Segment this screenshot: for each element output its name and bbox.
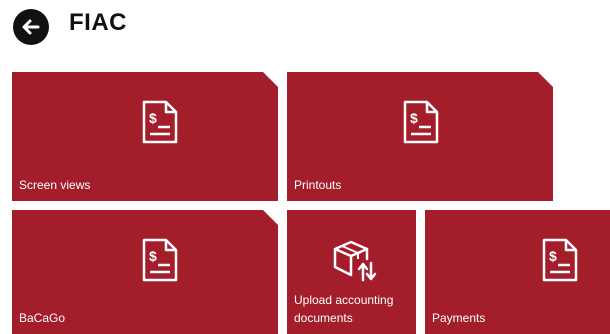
invoice-dollar-icon: $ [403, 100, 439, 144]
tile-label: Payments [432, 311, 486, 325]
tile-label: BaCaGo [19, 311, 66, 325]
invoice-dollar-icon: $ [542, 238, 578, 282]
svg-text:$: $ [549, 248, 557, 264]
invoice-dollar-icon: $ [142, 100, 178, 144]
tile-label: Printouts [294, 178, 342, 192]
page-title: FIAC [69, 9, 127, 36]
tile-corner-marker [538, 72, 553, 87]
svg-text:$: $ [149, 248, 157, 264]
tile-corner-marker [263, 210, 278, 225]
tile-label: Upload accounting documents [294, 293, 394, 325]
tile-bacago[interactable]: $ BaCaGo [12, 210, 278, 334]
tile-upload-accounting-documents[interactable]: Upload accounting documents [287, 210, 416, 334]
box-upload-icon [333, 240, 377, 282]
svg-text:$: $ [410, 110, 418, 126]
tile-screen-views[interactable]: $ Screen views [12, 72, 278, 201]
tile-label: Screen views [19, 178, 91, 192]
tile-corner-marker [263, 72, 278, 87]
tile-printouts[interactable]: $ Printouts [287, 72, 553, 201]
svg-text:$: $ [149, 110, 157, 126]
tile-payments[interactable]: $ Payments [425, 210, 610, 334]
invoice-dollar-icon: $ [142, 238, 178, 282]
back-button[interactable] [13, 9, 49, 45]
arrow-left-icon [22, 19, 40, 35]
page: FIAC $ Screen views $ Printouts $ BaCaGo… [0, 0, 610, 334]
header: FIAC [0, 0, 610, 60]
